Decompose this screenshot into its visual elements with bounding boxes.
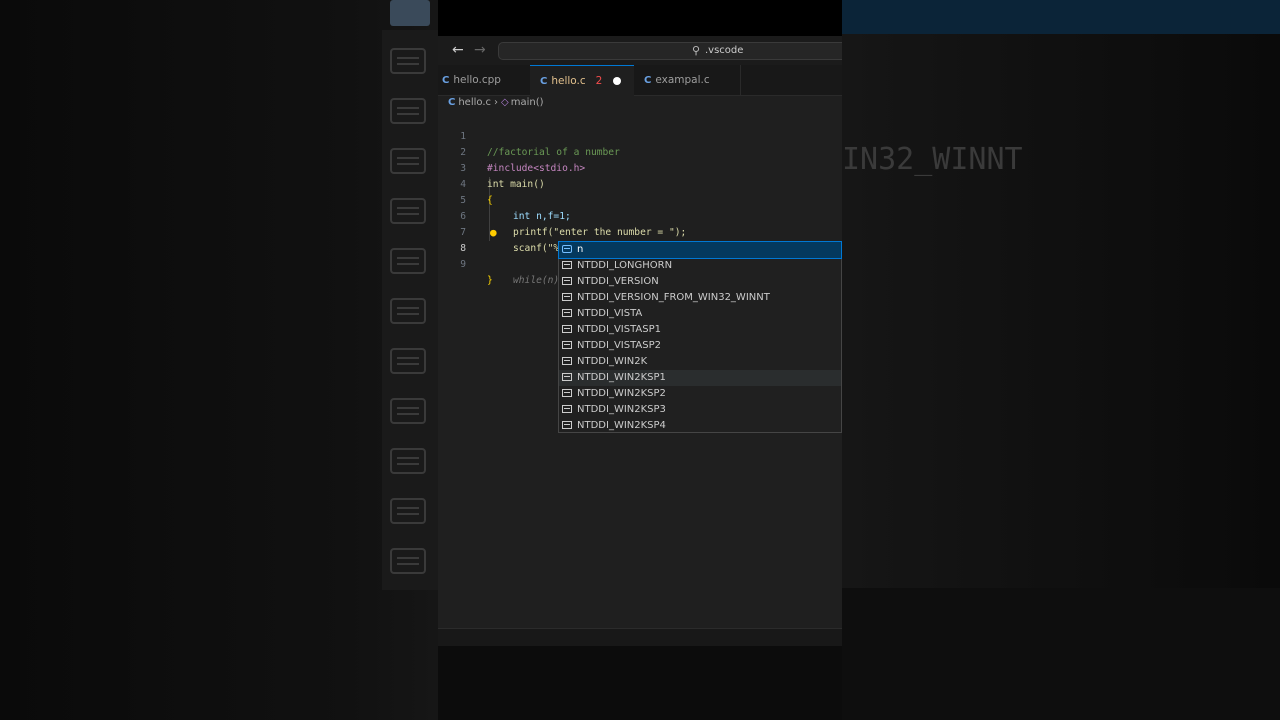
code-line[interactable]: 1 //factorial of a number [438,113,842,158]
suggestion-item[interactable]: n [558,241,842,259]
background-right-panel: IN32_WINNT [842,0,1280,720]
background-list-icon [390,148,426,174]
breadcrumb-symbol[interactable]: main() [511,97,544,108]
c-file-icon: C [540,76,548,87]
code-line[interactable]: 2 #include<stdio.h> [438,129,842,174]
c-file-icon: C [644,75,652,86]
code-line-active[interactable]: 8 ● while(n) [438,225,842,286]
suggestion-item[interactable]: NTDDI_WIN2KSP1 [559,370,841,386]
constant-icon [562,309,572,317]
suggestion-label: n [577,244,584,255]
constant-icon [562,389,572,397]
title-bar: ← → ⚲ .vscode [438,36,842,65]
lightbulb-icon[interactable]: ● [490,225,497,241]
method-cube-icon: ◇ [501,97,509,108]
forward-arrow-icon[interactable]: → [474,42,486,58]
code-line[interactable]: 7 scanf("%d",&n); [438,209,842,254]
unsaved-dot-icon[interactable] [613,77,621,85]
search-icon: ⚲ [692,44,701,57]
back-arrow-icon[interactable]: ← [452,42,464,58]
suggestion-label: NTDDI_LONGHORN [577,260,673,271]
variable-icon [562,245,572,253]
background-list-icon [390,298,426,324]
constant-icon [562,293,572,301]
code-text: while(n) [513,275,560,286]
command-center-search[interactable]: ⚲ .vscode [498,42,842,60]
constant-icon [562,373,572,381]
tab-label: hello.c [551,75,586,87]
suggestion-label: NTDDI_VISTA [577,308,643,319]
suggestion-label: NTDDI_VERSION_FROM_WIN32_WINNT [577,292,770,303]
suggestion-label: NTDDI_VISTASP1 [577,324,661,335]
suggestion-item[interactable]: NTDDI_VERSION_FROM_WIN32_WINNT [559,290,841,306]
suggestion-item[interactable]: NTDDI_WIN2KSP4 [559,418,841,434]
tab-label: hello.cpp [453,74,501,86]
constant-icon [562,421,572,429]
c-file-icon: C [442,75,450,86]
code-text: } [487,275,493,286]
suggestion-label: NTDDI_VERSION [577,276,659,287]
suggestion-label: NTDDI_WIN2KSP3 [577,404,666,415]
suggestion-widget[interactable]: n NTDDI_LONGHORN NTDDI_VERSION NTDDI_VER… [558,241,842,433]
constant-icon [562,261,572,269]
editor-tabs: Chello.cpp Chello.c 2 Cexampal.c [438,65,842,96]
constant-icon [562,405,572,413]
suggestion-label: NTDDI_WIN2KSP2 [577,388,666,399]
code-line[interactable]: 5 int n,f=1; [438,177,842,222]
tab-exampal-c[interactable]: Cexampal.c [634,65,741,95]
tab-label: exampal.c [655,74,710,86]
suggestion-item[interactable]: NTDDI_VISTASP2 [559,338,841,354]
background-left-panel [0,0,438,720]
suggestion-item[interactable]: NTDDI_WIN2K [559,354,841,370]
command-center-label: .vscode [705,45,744,56]
background-list-icon [390,198,426,224]
code-line[interactable]: 3 int main() [438,145,842,190]
constant-icon [562,357,572,365]
breadcrumb-file[interactable]: hello.c [458,97,491,108]
top-letterbox [438,0,842,36]
suggestion-label: NTDDI_WIN2K [577,356,648,367]
background-app-icon [390,0,430,26]
code-line[interactable]: 6 printf("enter the number = "); [438,193,842,238]
background-bottom-band [842,588,1280,720]
breadcrumb: Chello.c › ◇ main() [448,97,544,108]
background-list-icon [390,98,426,124]
background-title-band [842,0,1280,34]
line-number: 9 [460,259,466,270]
constant-icon [562,277,572,285]
background-list-icon [390,498,426,524]
suggestion-label: NTDDI_WIN2KSP4 [577,420,666,431]
chevron-right-icon: › [494,97,499,108]
suggestion-item[interactable]: NTDDI_VISTA [559,306,841,322]
editor-window: ← → ⚲ .vscode Chello.cpp Chello.c 2 Cexam… [438,0,842,646]
problems-count: 2 [595,75,603,87]
background-list-icon [390,548,426,574]
background-list-icon [390,248,426,274]
suggestion-label: NTDDI_WIN2KSP1 [577,372,666,383]
background-list-icon [390,348,426,374]
suggestion-item[interactable]: NTDDI_WIN2KSP2 [559,386,841,402]
background-sidebar-strip [382,30,438,590]
suggestion-item[interactable]: NTDDI_VISTASP1 [559,322,841,338]
constant-icon [562,341,572,349]
tab-hello-c[interactable]: Chello.c 2 [530,65,634,96]
c-file-icon: C [448,97,456,108]
suggestion-item[interactable]: NTDDI_WIN2KSP3 [559,402,841,418]
suggestion-item[interactable]: NTDDI_LONGHORN [559,258,841,274]
background-list-icon [390,48,426,74]
code-line[interactable]: 4 { [438,161,842,206]
background-list-icon [390,398,426,424]
background-ghost-text: IN32_WINNT [842,142,1023,177]
background-list-icon [390,448,426,474]
tab-hello-cpp[interactable]: Chello.cpp [442,65,532,95]
constant-icon [562,325,572,333]
suggestion-label: NTDDI_VISTASP2 [577,340,661,351]
status-bar [438,628,842,646]
suggestion-item[interactable]: NTDDI_VERSION [559,274,841,290]
